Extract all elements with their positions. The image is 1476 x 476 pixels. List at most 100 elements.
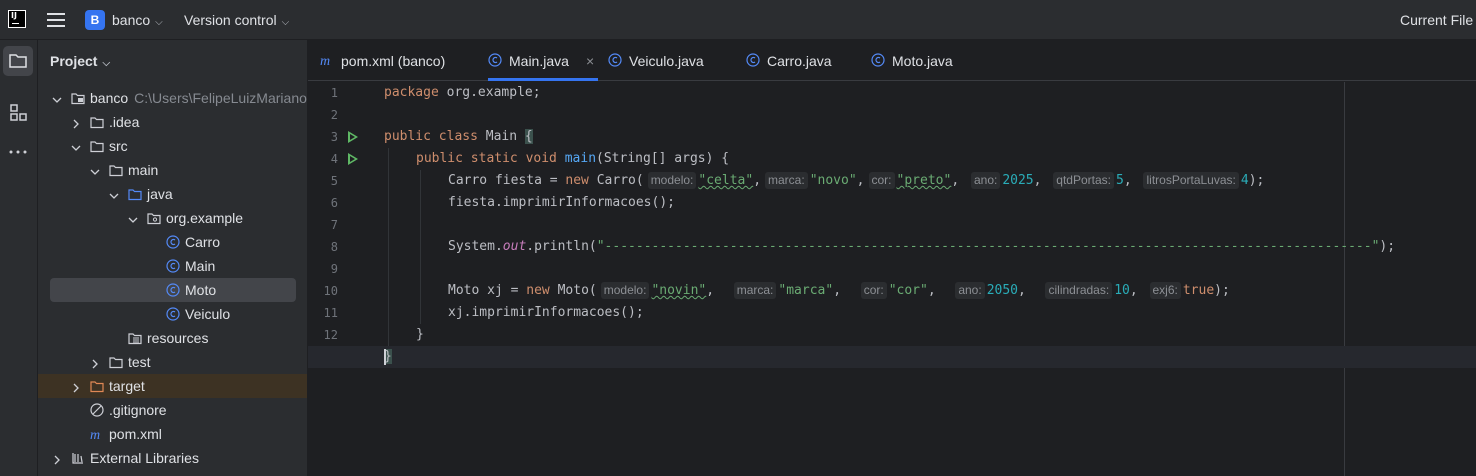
tab-moto[interactable]: Moto.java (871, 40, 971, 81)
tab-carro[interactable]: Carro.java (746, 40, 846, 81)
tab-main[interactable]: Main.java × (488, 40, 598, 81)
param-hint: ano: (955, 282, 985, 299)
code-line-1: package org.example; (384, 85, 541, 100)
line-number[interactable]: 12 (308, 328, 338, 342)
tree-item-label: resources (147, 330, 209, 346)
line-number[interactable]: 6 (308, 196, 338, 210)
tree-item-org-example[interactable]: org.example (38, 206, 307, 230)
tree-item-path: C:\Users\FelipeLuizMariano (134, 90, 307, 106)
chevron-down-icon[interactable] (90, 164, 100, 175)
indent-guide (420, 170, 421, 324)
class-icon (166, 307, 180, 321)
tree-item-label: External Libraries (90, 450, 199, 466)
project-selector[interactable]: banco ⌵ (112, 12, 163, 28)
line-number[interactable]: 3 (308, 130, 338, 144)
tree-item-src[interactable]: src (38, 134, 307, 158)
line-number[interactable]: 11 (308, 306, 338, 320)
tab-label: Moto.java (892, 53, 953, 69)
line-number[interactable]: 10 (308, 284, 338, 298)
tree-item-carro[interactable]: Carro (38, 230, 307, 254)
project-tool-button[interactable] (3, 46, 33, 76)
line-number[interactable]: 1 (308, 86, 338, 100)
chevron-down-icon[interactable] (109, 188, 119, 199)
project-panel: Project ⌵ banco C:\Users\FelipeLuizMariano… (38, 40, 308, 476)
tree-item-banco[interactable]: banco C:\Users\FelipeLuizMariano (38, 86, 307, 110)
more-tools-button[interactable] (3, 137, 33, 167)
class-icon (871, 53, 885, 67)
tree-item-test[interactable]: test (38, 350, 307, 374)
structure-tool-button[interactable] (3, 97, 33, 127)
tree-item-label: Veiculo (185, 306, 231, 322)
line-number[interactable]: 4 (308, 152, 338, 166)
run-configuration-selector[interactable]: Current File (1400, 12, 1473, 28)
line-number[interactable]: 8 (308, 240, 338, 254)
source-folder-icon (128, 187, 142, 201)
folder-icon (109, 163, 123, 177)
folder-icon (90, 115, 104, 129)
chevron-right-icon[interactable] (90, 356, 100, 369)
tree-item-label: Carro (185, 234, 221, 250)
chevron-down-icon[interactable] (128, 212, 138, 223)
code-line-11: xj.imprimirInformacoes(); (448, 305, 644, 320)
param-hint: qtdPortas: (1053, 172, 1114, 189)
tab-label: Veiculo.java (629, 53, 704, 69)
editor-tabs: m pom.xml (banco) Main.java × Veiculo.java Ca… (308, 40, 1476, 81)
project-badge[interactable]: B (85, 10, 105, 30)
more-icon (9, 150, 27, 154)
tab-pom[interactable]: m pom.xml (banco) (320, 40, 470, 81)
code-line-12: } (416, 327, 424, 342)
tree-item-main[interactable]: main (38, 158, 307, 182)
run-gutter-icon[interactable] (348, 131, 358, 143)
tab-label: pom.xml (banco) (341, 53, 446, 69)
chevron-down-icon: ⌵ (155, 17, 163, 28)
editor-area: m pom.xml (banco) Main.java × Veiculo.java Ca… (308, 40, 1476, 476)
tree-item-java[interactable]: java (38, 182, 307, 206)
chevron-right-icon[interactable] (71, 380, 81, 393)
tree-item-resources[interactable]: resources (38, 326, 307, 350)
intellij-logo-icon[interactable]: IJ (8, 10, 26, 28)
tree-item-target[interactable]: target (38, 374, 307, 398)
main-menu-icon[interactable] (47, 13, 65, 27)
code-line-4: public static void main(String[] args) { (416, 151, 730, 166)
excluded-folder-icon (90, 379, 104, 393)
maven-icon: m (90, 427, 104, 443)
class-icon (488, 53, 502, 67)
tab-label: Carro.java (767, 53, 832, 69)
chevron-right-icon[interactable] (71, 116, 81, 129)
tree-item-main[interactable]: Main (38, 254, 307, 278)
vcs-label: Version control (184, 12, 277, 28)
tree-item-gitignore[interactable]: .gitignore (38, 398, 307, 422)
class-icon (166, 259, 180, 273)
code-area[interactable]: package org.example; public class Main {… (308, 82, 1476, 476)
tree-item-label: pom.xml (109, 426, 162, 442)
param-hint: litrosPortaLuvas: (1143, 172, 1239, 189)
chevron-down-icon[interactable] (52, 92, 62, 103)
param-hint: cor: (860, 282, 887, 299)
line-number[interactable]: 7 (308, 218, 338, 232)
run-gutter-icon[interactable] (348, 153, 358, 165)
tree-item-label: target (109, 378, 145, 394)
vcs-selector[interactable]: Version control ⌵ (184, 12, 289, 28)
line-number[interactable]: 5 (308, 174, 338, 188)
line-number[interactable]: 2 (308, 108, 338, 122)
chevron-down-icon[interactable] (71, 140, 81, 151)
tab-veiculo[interactable]: Veiculo.java (608, 40, 718, 81)
tree-item-idea[interactable]: .idea (38, 110, 307, 134)
tree-item-veiculo[interactable]: Veiculo (38, 302, 307, 326)
editor-gutter: 12345678910111213 (308, 82, 381, 476)
module-folder-icon (71, 91, 85, 105)
svg-text:m: m (320, 54, 330, 67)
tree-item-moto[interactable]: Moto (38, 278, 307, 302)
param-hint: marca: (765, 172, 808, 189)
line-number[interactable]: 9 (308, 262, 338, 276)
tool-window-bar (0, 40, 38, 476)
close-tab-icon[interactable]: × (586, 53, 594, 69)
chevron-right-icon[interactable] (52, 452, 62, 465)
code-line-3: public class Main { (384, 129, 533, 144)
tree-item-label: org.example (166, 210, 244, 226)
tree-item-external-libraries[interactable]: External Libraries (38, 446, 307, 470)
project-panel-title[interactable]: Project ⌵ (50, 53, 110, 69)
indent-guide (388, 148, 389, 346)
tree-item-pom-xml[interactable]: m pom.xml (38, 422, 307, 446)
chevron-down-icon: ⌵ (102, 58, 111, 69)
